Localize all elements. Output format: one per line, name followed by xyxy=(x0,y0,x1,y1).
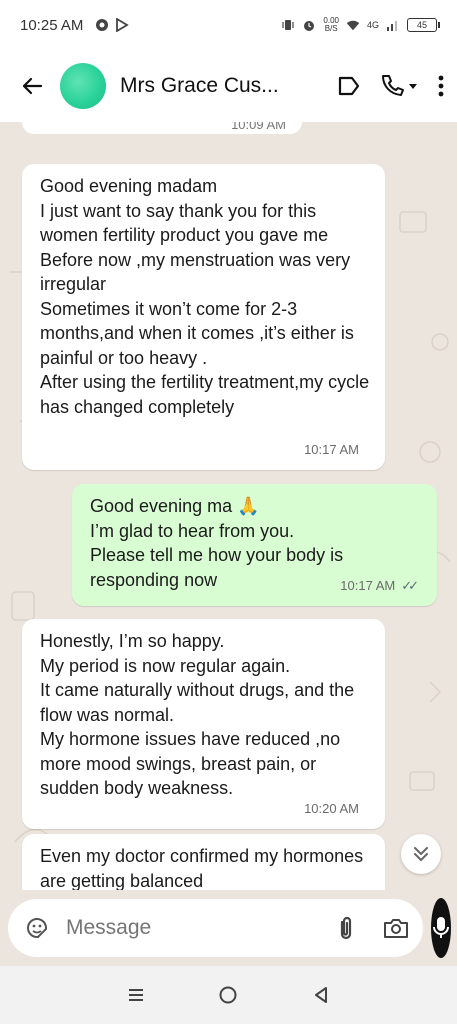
back-button[interactable] xyxy=(14,68,50,104)
play-store-icon xyxy=(115,18,130,32)
message-text: Good evening madam I just want to say th… xyxy=(40,176,370,417)
sticker-button[interactable] xyxy=(24,915,50,941)
incoming-message-bubble[interactable]: Even my doctor confirmed my hormones are… xyxy=(22,834,385,890)
message-time: 10:17 AM xyxy=(304,441,359,457)
call-button[interactable] xyxy=(379,73,419,99)
message-input[interactable] xyxy=(66,916,337,940)
back-nav-button[interactable] xyxy=(306,980,336,1010)
message-time: 10:17 AM xyxy=(340,577,396,593)
label-icon xyxy=(338,76,360,96)
system-navigation-bar xyxy=(0,966,457,1024)
signal-icon xyxy=(386,18,400,32)
network-speed: 0.00 B/S xyxy=(323,16,339,33)
message-time: 10:20 AM xyxy=(304,800,359,816)
app-notification-icon xyxy=(95,18,109,32)
home-button[interactable] xyxy=(213,980,243,1010)
message-text: Even my doctor confirmed my hormones are… xyxy=(40,846,364,890)
message-composer xyxy=(8,899,423,957)
status-bar: 10:25 AM 0.00 B/S 4G 45 xyxy=(0,0,457,50)
contact-name[interactable]: Mrs Grace Cus... xyxy=(120,74,282,98)
message-text: Honestly, I’m so happy. My period is now… xyxy=(40,631,355,798)
paperclip-icon xyxy=(340,916,352,940)
label-button[interactable] xyxy=(337,75,361,97)
network-type: 4G xyxy=(366,20,379,30)
camera-icon xyxy=(384,919,408,938)
arrow-left-icon xyxy=(22,77,43,95)
outgoing-message-bubble[interactable]: Good evening ma 🙏 I’m glad to hear from … xyxy=(72,484,437,606)
back-triangle-icon xyxy=(314,987,327,1003)
attach-button[interactable] xyxy=(337,915,355,941)
message-input-bar xyxy=(0,890,457,966)
more-vertical-icon xyxy=(438,75,444,97)
battery-indicator: 45 xyxy=(407,18,440,32)
voice-message-button[interactable] xyxy=(431,898,451,958)
alarm-icon xyxy=(302,18,316,32)
home-circle-icon xyxy=(219,986,237,1004)
camera-button[interactable] xyxy=(383,917,409,939)
incoming-message-bubble[interactable]: Honestly, I’m so happy. My period is now… xyxy=(22,619,385,829)
contact-avatar[interactable] xyxy=(60,63,106,109)
double-chevron-down-icon xyxy=(414,847,428,861)
recent-apps-button[interactable] xyxy=(121,980,151,1010)
wifi-icon xyxy=(346,18,360,32)
chat-messages-area[interactable]: 10:09 AM Good evening madam I just want … xyxy=(0,122,457,890)
read-receipt-icon: ✓✓ xyxy=(401,577,419,593)
menu-lines-icon xyxy=(129,989,144,1001)
sticker-icon xyxy=(26,918,47,938)
more-options-button[interactable] xyxy=(437,74,445,98)
chat-header: Mrs Grace Cus... xyxy=(0,50,457,122)
phone-icon xyxy=(382,75,404,96)
message-time: 10:09 AM xyxy=(231,122,286,132)
previous-message-bubble[interactable]: 10:09 AM xyxy=(22,122,302,134)
scroll-to-bottom-button[interactable] xyxy=(401,834,441,874)
chevron-down-icon xyxy=(409,84,417,89)
incoming-message-bubble[interactable]: Good evening madam I just want to say th… xyxy=(22,164,385,470)
microphone-icon xyxy=(433,917,449,938)
status-time: 10:25 AM xyxy=(20,16,84,34)
vibrate-icon xyxy=(281,18,295,32)
